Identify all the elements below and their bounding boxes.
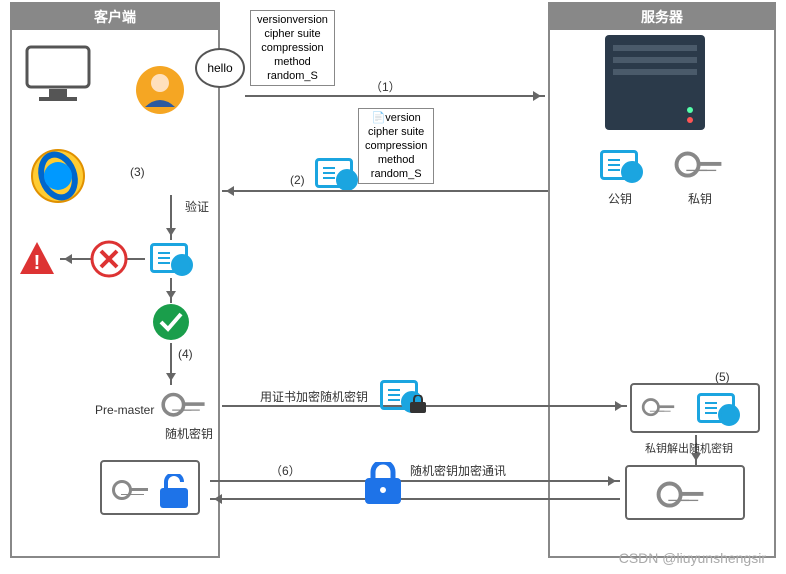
hello-bubble: hello [195, 48, 245, 88]
enccomm-label: 随机密钥加密通讯 [410, 462, 506, 479]
check-icon [152, 303, 190, 341]
client-cert-icon [150, 243, 188, 276]
verify-label: 验证 [185, 198, 209, 215]
step3-label: (3) [130, 165, 145, 179]
small-lock-icon [410, 395, 426, 413]
note1-l1: version [257, 13, 292, 27]
privkey-icon [675, 152, 722, 182]
step1-label: （1） [370, 78, 401, 95]
randkey-label: 随机密钥 [165, 425, 213, 442]
svg-text:!: ! [34, 252, 41, 274]
premaster-key-icon [161, 393, 204, 421]
step5-label: (5) [715, 370, 730, 384]
user-icon [135, 65, 185, 115]
encrand-label: 用证书加密随机密钥 [260, 388, 368, 405]
step2-label: (2) [290, 173, 305, 187]
server-rack-icon [605, 35, 705, 130]
arrow-step6-l [210, 498, 620, 500]
server-cert-icon [315, 158, 353, 191]
server-session-box [625, 465, 745, 520]
arrow-step2 [222, 190, 548, 192]
arrow-step6-r [210, 480, 620, 482]
arrow-step1 [245, 95, 545, 97]
open-lock-icon [160, 474, 190, 508]
premaster-label: Pre-master [95, 403, 154, 417]
arrow-to-check [170, 278, 172, 303]
note-serverhello: 📄versioncipher suitecompressionmethodran… [358, 108, 434, 184]
privkey-label: 私钥 [688, 190, 712, 207]
cross-icon [90, 240, 128, 278]
browser-icon [30, 148, 86, 204]
arrow-step3 [170, 195, 172, 240]
note-clienthello: versionversion cipher suitecompressionme… [250, 10, 335, 86]
pubkey-cert-icon [600, 150, 638, 183]
watermark: CSDN @liuyunshengsir [619, 550, 766, 566]
pubkey-label: 公钥 [608, 190, 632, 207]
arrow-step4 [170, 343, 172, 385]
client-session-box [100, 460, 200, 515]
step4-label: (4) [178, 347, 193, 361]
server-cert-box [630, 383, 760, 433]
client-title: 客户端 [12, 4, 218, 30]
step6-label: （6） [270, 462, 301, 479]
big-lock-icon [365, 462, 401, 504]
warning-icon: ! [18, 240, 56, 278]
server-title: 服务器 [550, 4, 774, 30]
monitor-icon [25, 45, 91, 105]
decode-label: 私钥解出随机密钥 [645, 440, 733, 456]
